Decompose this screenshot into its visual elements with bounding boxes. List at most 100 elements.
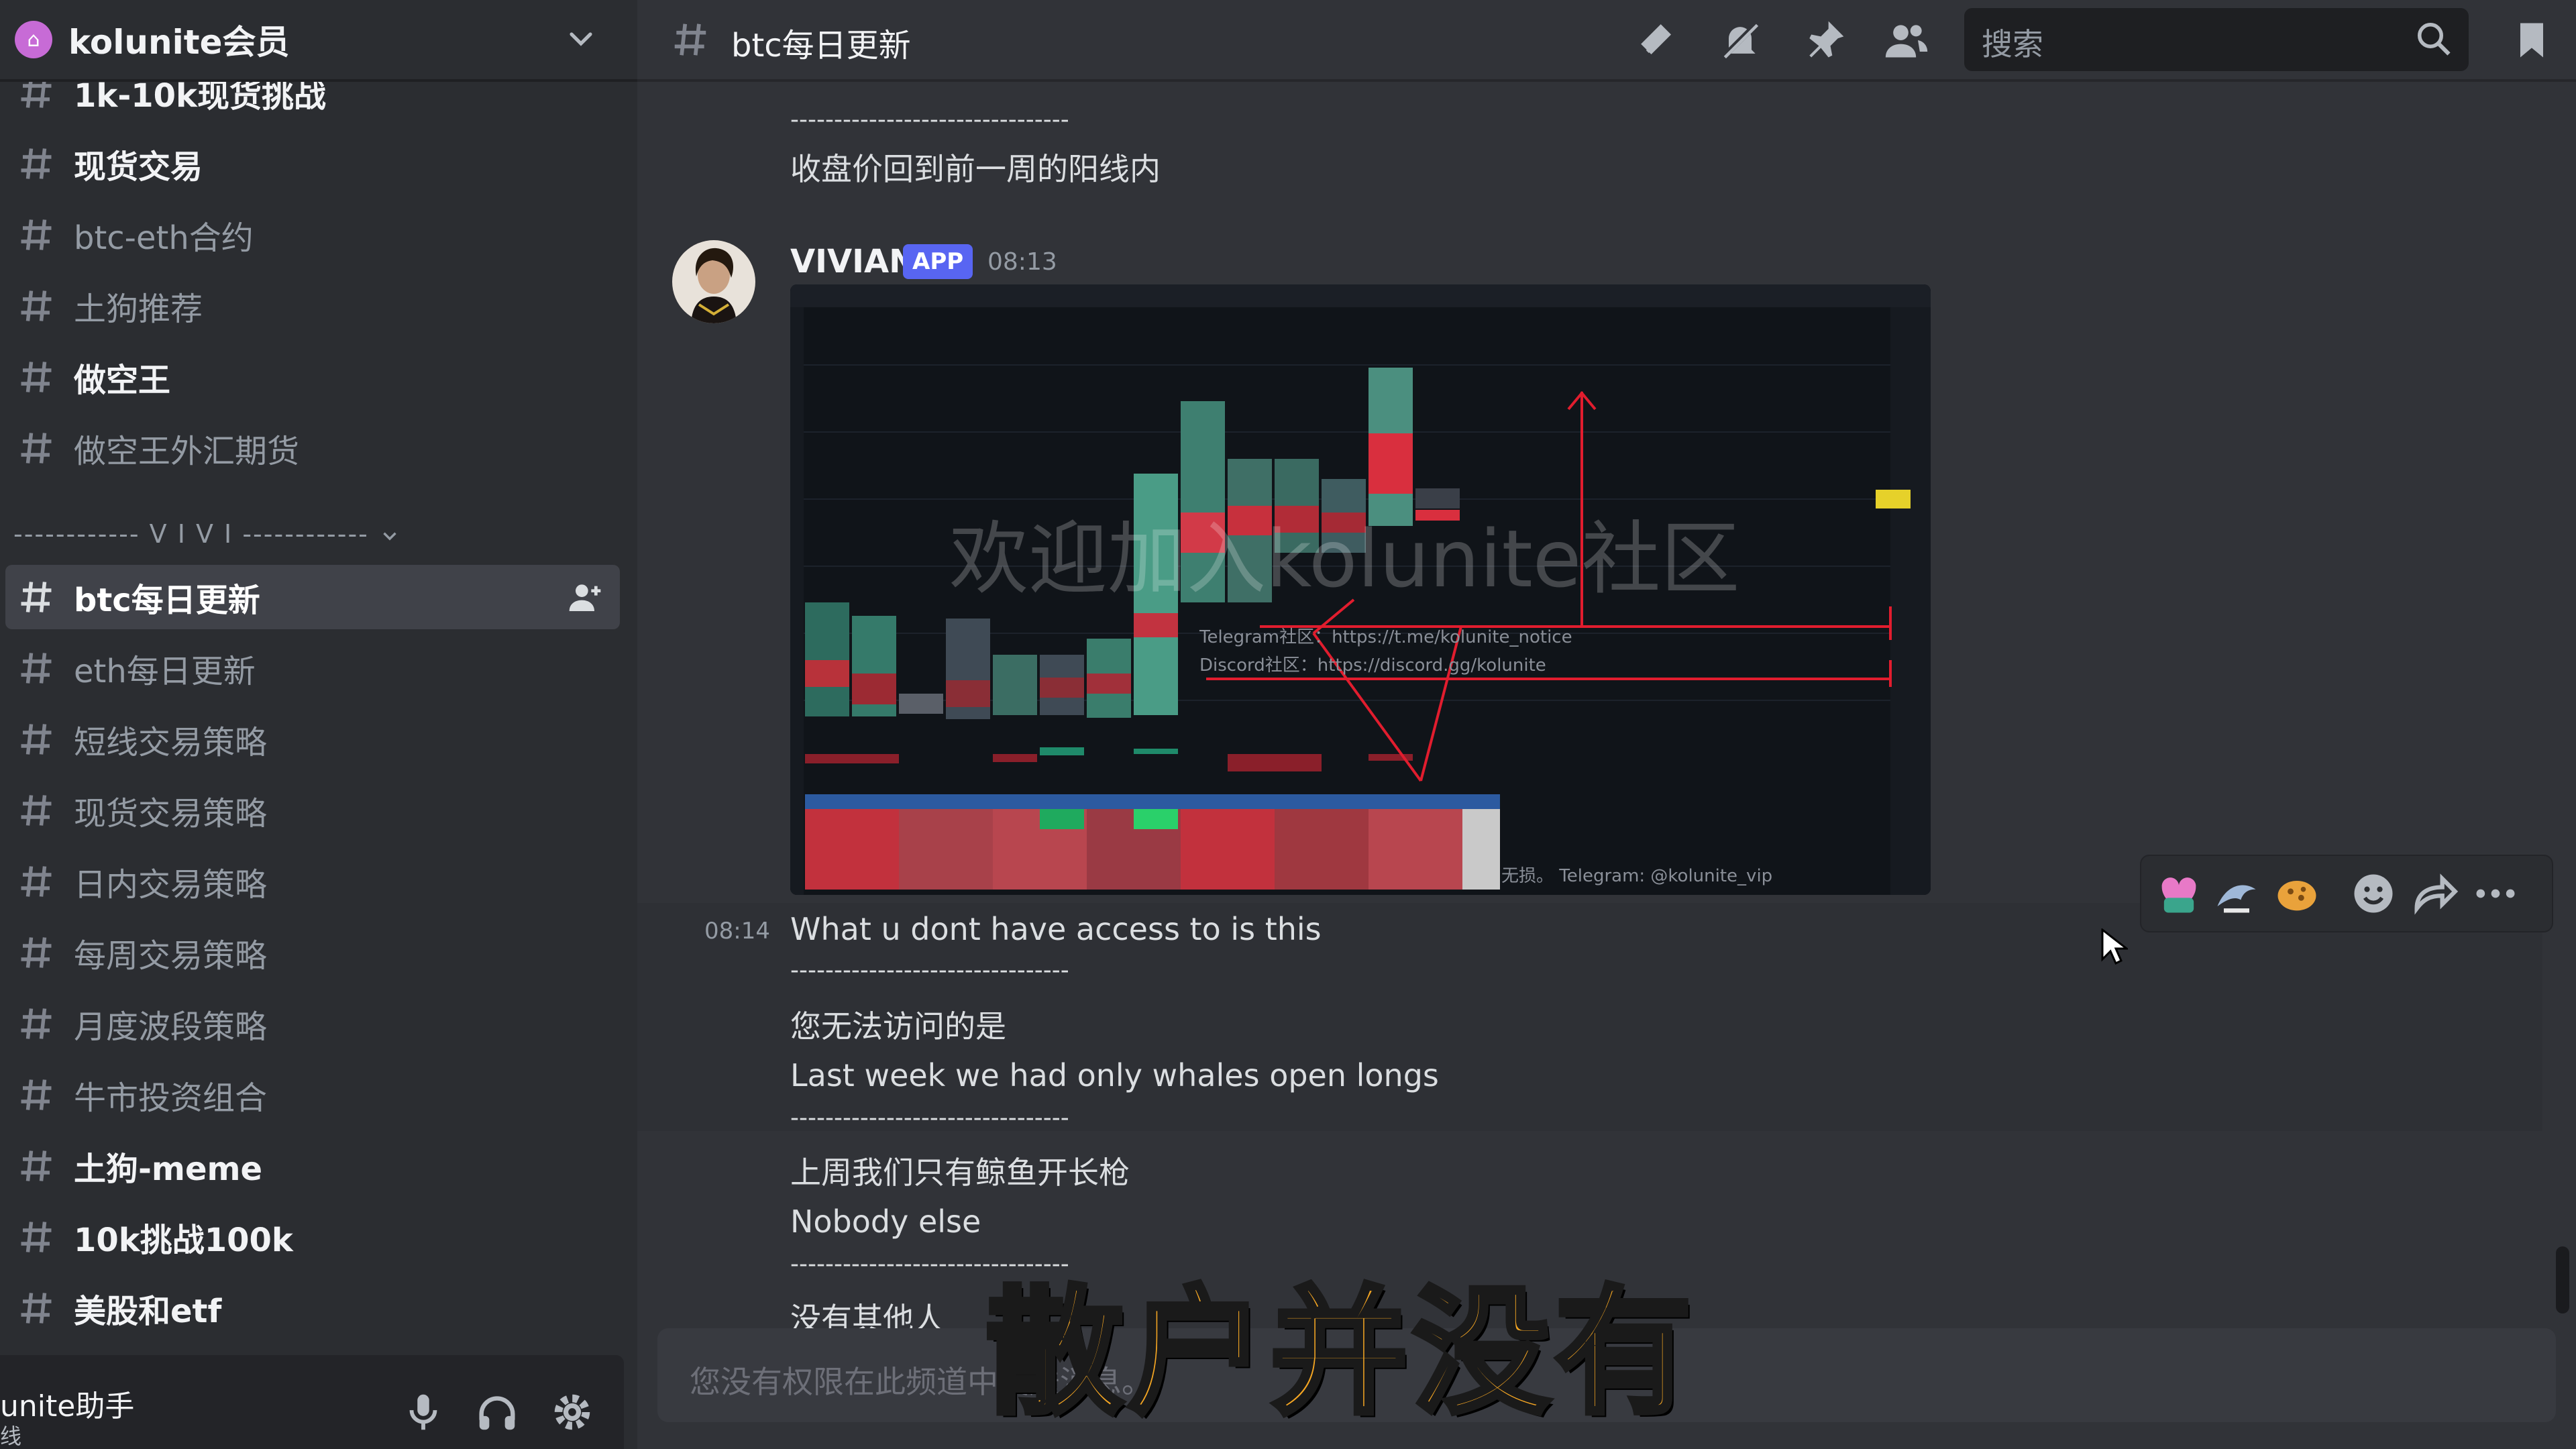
channel-item-active[interactable]: btc每日更新 xyxy=(5,565,620,629)
channel-label: 土狗-meme xyxy=(74,1150,263,1188)
channel-item[interactable]: 牛市投资组合 xyxy=(5,1063,620,1127)
channel-label: 10k挑战100k xyxy=(74,1222,293,1259)
channel-label: 日内交易策略 xyxy=(74,866,268,904)
channel-item[interactable]: 现货交易策略 xyxy=(5,778,620,843)
author-name[interactable]: VIVIAN xyxy=(790,243,916,280)
server-icon: ⌂ xyxy=(15,21,52,58)
hash-icon xyxy=(21,937,52,968)
user-status: 线 xyxy=(0,1424,22,1449)
category-label: ------------ V I V I ------------ xyxy=(13,519,369,549)
more-options-icon[interactable] xyxy=(2470,868,2521,919)
channel-item[interactable]: 现货交易 xyxy=(5,131,620,196)
channel-title: btc每日更新 xyxy=(731,27,911,64)
server-header[interactable]: ⌂ kolunite会员 xyxy=(0,0,637,82)
channel-item[interactable]: 美股和etf xyxy=(5,1276,620,1340)
hash-icon xyxy=(21,724,52,755)
channel-label: eth每日更新 xyxy=(74,653,256,690)
chat-header: btc每日更新 搜索 xyxy=(637,0,2576,82)
inbox-bookmark-icon[interactable] xyxy=(2509,17,2555,63)
channel-label: 每周交易策略 xyxy=(74,937,268,975)
scrollbar[interactable] xyxy=(2556,1246,2569,1313)
hash-icon xyxy=(21,219,52,250)
hash-icon xyxy=(21,795,52,826)
hash-icon xyxy=(21,653,52,684)
avatar[interactable] xyxy=(672,240,755,323)
search-input[interactable]: 搜索 xyxy=(1964,8,2469,71)
channel-label: 现货交易 xyxy=(74,148,203,186)
channel-label: 做空王外汇期货 xyxy=(74,433,300,470)
avatar-image xyxy=(672,240,755,323)
server-name: kolunite会员 xyxy=(68,23,290,62)
channel-sidebar: ⌂ kolunite会员 1k-10k现货挑战 现货交易 btc-eth合约 土… xyxy=(0,0,637,1449)
reaction-cookie-icon[interactable] xyxy=(2271,868,2322,919)
channel-item[interactable]: btc-eth合约 xyxy=(5,203,620,267)
channel-item[interactable]: 每周交易策略 xyxy=(5,920,620,985)
hash-icon xyxy=(21,866,52,897)
message-text: 收盘价回到前一周的阳线内 xyxy=(790,151,1161,187)
delta-table xyxy=(805,794,1500,890)
channel-item[interactable]: 土狗推荐 xyxy=(5,274,620,338)
message-text: 上周我们只有鲸鱼开长枪 xyxy=(790,1155,1130,1191)
divider-text: -------------------------------- xyxy=(790,1104,1069,1132)
reaction-heart-icon[interactable] xyxy=(2153,868,2204,919)
headphones-icon[interactable] xyxy=(474,1389,521,1436)
mouse-cursor-icon xyxy=(2101,928,2128,965)
channel-item[interactable]: 10k挑战100k xyxy=(5,1205,620,1269)
channel-label: 美股和etf xyxy=(74,1293,222,1330)
hash-icon xyxy=(21,1079,52,1110)
mute-bell-icon[interactable] xyxy=(1717,17,1763,63)
channel-label: 现货交易策略 xyxy=(74,795,268,833)
search-icon xyxy=(2418,23,2451,56)
microphone-icon[interactable] xyxy=(400,1389,447,1436)
hash-icon xyxy=(21,362,52,392)
forward-icon[interactable] xyxy=(2408,868,2459,919)
channel-label: 月度波段策略 xyxy=(74,1008,268,1046)
channel-item[interactable]: 短线交易策略 xyxy=(5,707,620,771)
channel-label: 牛市投资组合 xyxy=(74,1079,268,1117)
channel-item[interactable]: eth每日更新 xyxy=(5,636,620,700)
message-timestamp: 08:14 xyxy=(704,918,770,945)
threads-icon[interactable] xyxy=(1634,17,1680,63)
hash-icon xyxy=(21,290,52,321)
message-timestamp: 08:13 xyxy=(987,248,1057,276)
message-list: -------------------------------- 收盘价回到前一… xyxy=(637,79,2576,1337)
message-text: Last week we had only whales open longs xyxy=(790,1057,1439,1093)
channel-label: btc-eth合约 xyxy=(74,219,254,257)
chevron-down-icon[interactable] xyxy=(562,20,600,58)
chat-panel: btc每日更新 搜索 -----------------------------… xyxy=(637,0,2576,1449)
invite-member-icon[interactable] xyxy=(566,578,604,616)
image-footer-text: 无损。 Telegram: @kolunite_vip xyxy=(1501,866,1772,886)
image-telegram-text: Telegram社区：https://t.me/kolunite_notice xyxy=(1199,627,1572,647)
gear-icon[interactable] xyxy=(549,1389,596,1436)
hash-icon xyxy=(21,148,52,179)
image-discord-text: Discord社区：https://discord.gg/kolunite xyxy=(1199,655,1546,676)
channel-label: btc每日更新 xyxy=(74,582,260,619)
message-text: What u dont have access to is this xyxy=(790,911,1322,947)
hash-icon xyxy=(21,1293,52,1324)
pin-icon[interactable] xyxy=(1802,17,1847,63)
user-panel: unite助手 线 xyxy=(0,1355,624,1449)
message-actions-toolbar xyxy=(2140,855,2553,932)
chart-screenshot: 欢迎加入kolunite社区 Telegram社区：https://t.me/k… xyxy=(790,284,1931,895)
channel-item[interactable]: 土狗-meme xyxy=(5,1134,620,1198)
channel-item[interactable]: 月度波段策略 xyxy=(5,991,620,1056)
hash-icon xyxy=(21,1008,52,1039)
user-name[interactable]: unite助手 xyxy=(0,1382,134,1425)
hash-icon xyxy=(21,1150,52,1181)
channel-item[interactable]: 做空王 xyxy=(5,345,620,409)
divider-text: -------------------------------- xyxy=(790,957,1069,984)
hash-icon xyxy=(21,1222,52,1252)
channel-label: 土狗推荐 xyxy=(74,290,203,328)
hash-icon xyxy=(21,582,52,612)
category-vivi[interactable]: ------------ V I V I ------------ xyxy=(13,519,401,549)
channel-item[interactable]: 做空王外汇期货 xyxy=(5,416,620,480)
channel-item[interactable]: 日内交易策略 xyxy=(5,849,620,914)
reaction-dolphin-icon[interactable] xyxy=(2211,868,2262,919)
image-watermark: 欢迎加入kolunite社区 xyxy=(949,513,1739,605)
add-reaction-icon[interactable] xyxy=(2348,868,2399,919)
image-attachment[interactable]: 欢迎加入kolunite社区 Telegram社区：https://t.me/k… xyxy=(790,284,1931,895)
message-text: 您无法访问的是 xyxy=(790,1008,1006,1044)
chevron-down-icon xyxy=(383,532,396,541)
hash-icon xyxy=(21,433,52,464)
member-list-icon[interactable] xyxy=(1884,17,1929,63)
